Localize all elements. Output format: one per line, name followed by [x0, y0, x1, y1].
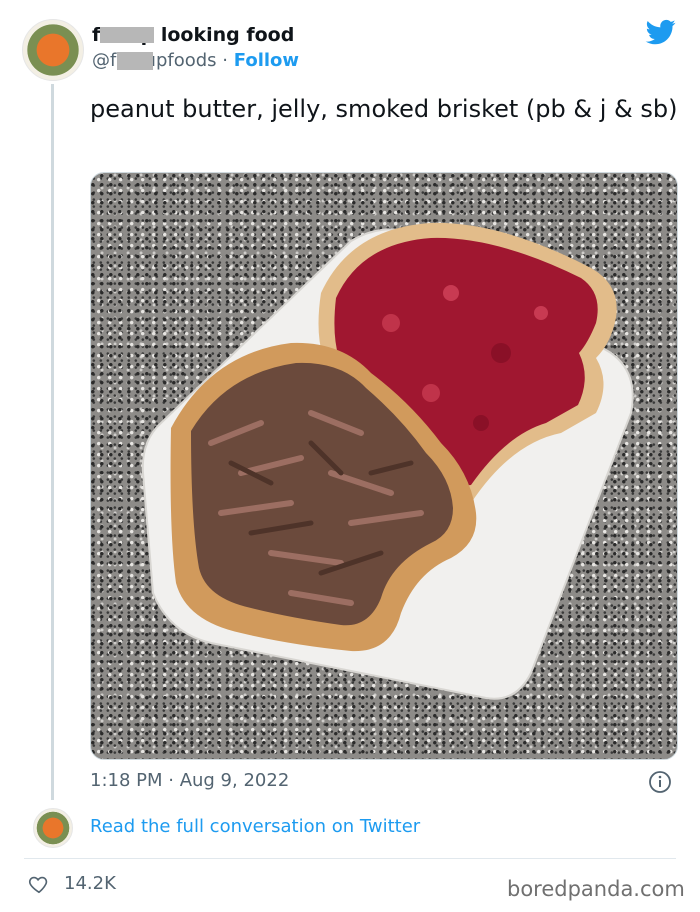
handle-separator: ·: [222, 50, 229, 71]
reply-avatar[interactable]: [33, 808, 73, 848]
thread-line: [51, 84, 54, 800]
divider: [24, 858, 676, 859]
watermark: boredpanda.com: [507, 877, 685, 901]
heart-icon[interactable]: [28, 873, 50, 895]
tweet-timestamp[interactable]: 1:18 PM · Aug 9, 2022: [90, 768, 289, 794]
read-conversation-link[interactable]: Read the full conversation on Twitter: [90, 815, 420, 839]
handle-censor-block: [117, 52, 153, 70]
twitter-bird-icon[interactable]: [644, 17, 678, 47]
author-avatar[interactable]: [22, 19, 84, 81]
follow-link[interactable]: Follow: [234, 50, 299, 71]
author-handle[interactable]: @f edupfoods: [92, 50, 217, 71]
info-icon[interactable]: [648, 770, 672, 794]
name-censor-block: [100, 27, 154, 43]
sandwich-illustration: [141, 222, 634, 700]
tweet-text: peanut butter, jelly, smoked brisket (pb…: [90, 95, 678, 123]
like-count[interactable]: 14.2K: [64, 872, 116, 896]
tweet-photo[interactable]: [90, 172, 678, 760]
